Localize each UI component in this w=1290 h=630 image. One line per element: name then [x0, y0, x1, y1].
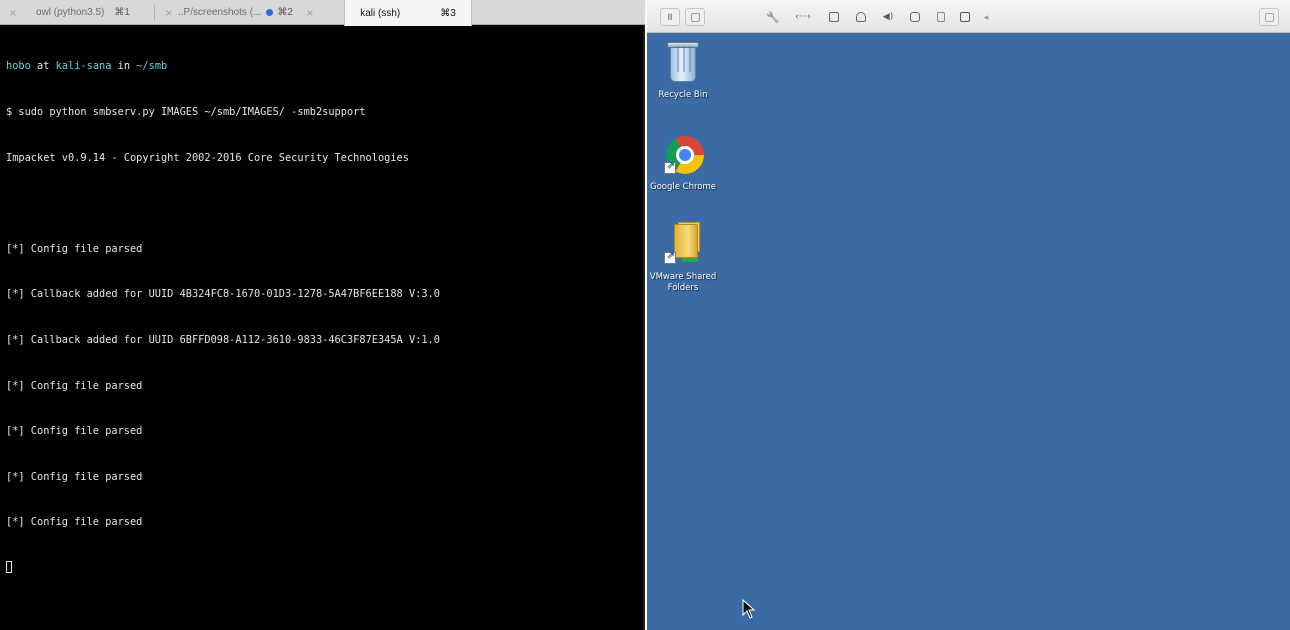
terminal-line: [*] Callback added for UUID 4B324FC8-167… [6, 288, 440, 301]
terminal-line: Impacket v0.9.14 - Copyright 2002-2016 C… [6, 151, 409, 164]
prompt-at: at [30, 60, 56, 73]
terminal-prompt: hobo at kali-sana in ~/smb [6, 59, 636, 74]
terminal-line: [*] Config file parsed [6, 242, 143, 255]
display-icon[interactable] [685, 8, 705, 26]
refresh-icon[interactable] [956, 8, 974, 26]
terminal-line: [*] Callback added for UUID 6BFFD098-A11… [6, 333, 440, 346]
shortcut-arrow-icon [664, 160, 676, 174]
window-icon[interactable] [1259, 8, 1279, 26]
prompt-path: ~/smb [136, 60, 168, 73]
terminal-cursor-line [6, 560, 636, 576]
terminal-line: [*] Config file parsed [6, 379, 143, 392]
tab-screenshots[interactable]: × ..P/screenshots (... ⌘2 × [160, 0, 342, 25]
tab-kali-ssh[interactable]: kali (ssh) ⌘3 [344, 0, 472, 26]
windows-desktop[interactable]: Recycle Bin Google Chrome VMware Shared … [647, 34, 1290, 630]
arrows-icon[interactable]: ‹···› [791, 8, 815, 26]
chrome-icon [662, 132, 704, 178]
disk-icon[interactable] [825, 8, 843, 26]
tab-shortcut: ⌘3 [440, 7, 456, 19]
close-tab-icon[interactable]: × [160, 6, 178, 20]
tab-title: ..P/screenshots (... [178, 7, 262, 18]
desktop-icon-recycle-bin[interactable]: Recycle Bin [645, 40, 721, 101]
prompt-user: hobo [6, 60, 31, 73]
arrow-left-icon[interactable]: ◂ [977, 8, 995, 26]
activity-dot-icon [266, 9, 274, 16]
mouse-pointer-icon [742, 599, 756, 619]
tab-shortcut: ⌘2 [277, 7, 293, 18]
camera-icon[interactable] [906, 8, 924, 26]
terminal-line: $ sudo python smbserv.py IMAGES ~/smb/IM… [6, 106, 366, 118]
prompt-in: in [111, 60, 137, 73]
close-tab-icon[interactable]: × [301, 6, 319, 20]
tab-divider [154, 4, 155, 21]
recycle-bin-icon [662, 40, 704, 86]
close-tab-icon[interactable]: × [4, 6, 22, 20]
desktop-icon-google-chrome[interactable]: Google Chrome [645, 132, 721, 193]
desktop-icon-vmware-shared-folders[interactable]: VMware Shared Folders [645, 222, 721, 294]
pause-icon[interactable]: II [660, 8, 680, 26]
usb-icon[interactable] [932, 8, 950, 26]
wrench-icon[interactable]: 🔧 [764, 8, 782, 26]
vm-toolbar: II 🔧 ‹···› ◀) ◂ [647, 0, 1290, 33]
terminal-line: [*] Config file parsed [6, 425, 143, 438]
vm-window[interactable]: II 🔧 ‹···› ◀) ◂ Recycle Bin ↗ Google Chr… [647, 0, 1290, 630]
tab-shortcut: ⌘1 [114, 7, 130, 18]
terminal-output[interactable]: hobo at kali-sana in ~/smb $ sudo python… [6, 29, 636, 607]
terminal-window[interactable]: × owl (python3.5) ⌘1 × ..P/screenshots (… [0, 0, 645, 630]
speaker-icon[interactable]: ◀) [879, 8, 897, 26]
desktop-icon-label: Recycle Bin [658, 90, 708, 100]
terminal-line: [*] Config file parsed [6, 470, 143, 483]
shortcut-arrow-icon [664, 250, 676, 264]
desktop-icon-label: Google Chrome [649, 182, 717, 192]
terminal-line: [*] Config file parsed [6, 516, 143, 529]
text-cursor [6, 560, 12, 573]
shared-folder-icon [662, 222, 704, 268]
terminal-tab-bar: × owl (python3.5) ⌘1 × ..P/screenshots (… [0, 0, 645, 26]
prompt-host: kali-sana [55, 60, 112, 73]
tab-owl[interactable]: × owl (python3.5) ⌘1 [4, 0, 150, 25]
lock-icon[interactable] [852, 8, 870, 26]
tab-title: owl (python3.5) [36, 7, 105, 18]
desktop-icon-label: VMware Shared Folders [649, 272, 717, 293]
tab-title: kali (ssh) [360, 7, 401, 19]
